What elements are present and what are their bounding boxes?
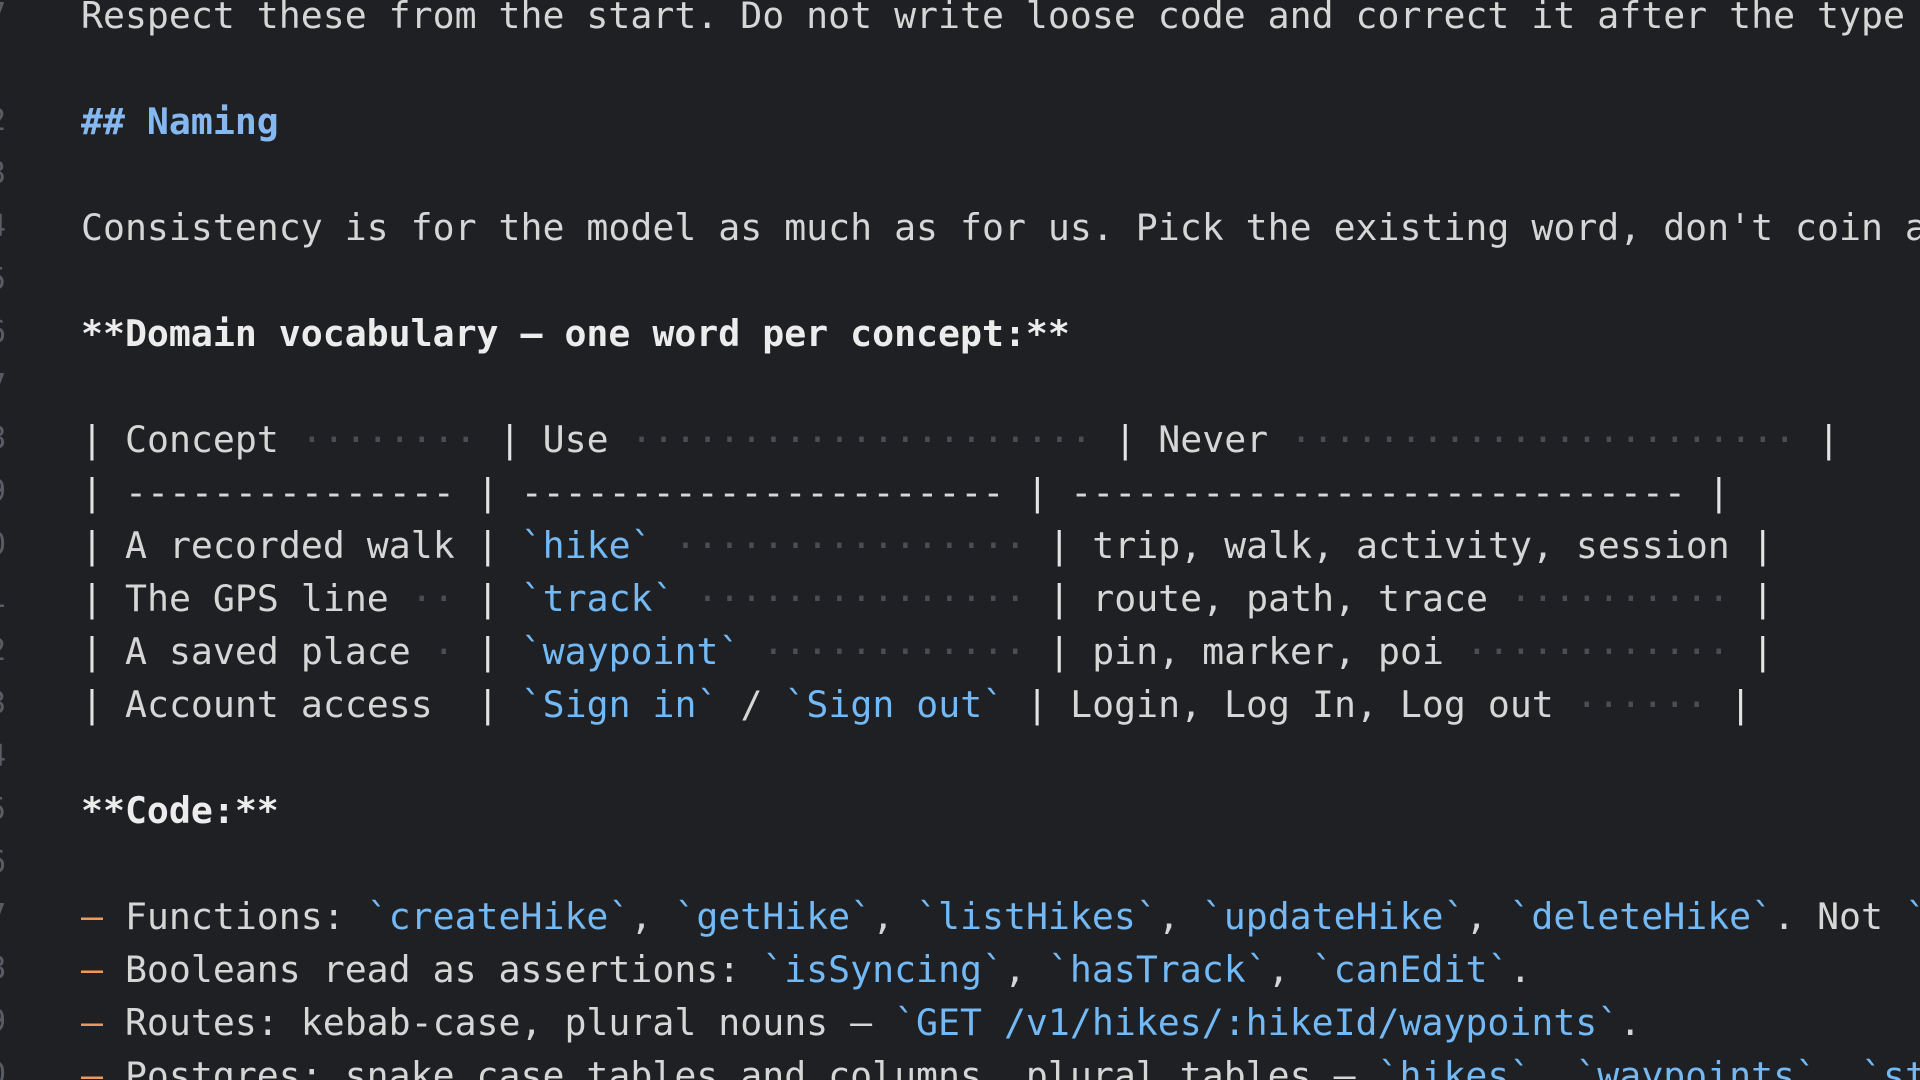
inline-code: `getHike` [674,895,873,938]
inline-code: `Sign in` [520,683,719,726]
line-number: 7 [0,371,6,401]
line-text: , [1267,948,1312,991]
heading-text: ## Naming [81,100,279,143]
line-number: 7 [0,0,6,30]
inline-code: `canEdit` [1311,948,1510,991]
line-text: , [1465,895,1510,938]
text-line[interactable]: | Concept ········ | Use ···············… [81,413,1840,466]
table-text: | Login, Log In, Log out ······ | [1026,683,1752,726]
table-text: | Concept ········ | Use ···············… [81,418,1840,461]
inline-code: `updateHike` [1201,895,1466,938]
line-text: , [1157,895,1202,938]
inline-code: `hikes` [1377,1054,1532,1080]
line-number: 2 [0,636,6,666]
line-text: Postgres: snake_case tables and columns,… [124,1054,1378,1080]
inline-code: `waypoints` [1575,1054,1818,1080]
text-line[interactable]: – Postgres: snake_case tables and column… [81,1049,1920,1080]
line-text: . [1509,948,1532,991]
table-text: ················ | trip, walk, activity,… [674,524,1774,567]
text-line[interactable]: | A recorded walk | `hike` ·············… [81,519,1774,572]
text-line[interactable]: **Domain vocabulary – one word per conce… [81,307,1070,360]
line-number-gutter: 7 2 3 4 5 6 7 8 9 0 1 2 3 4 5 6 7 8 9 0 [0,0,6,1080]
line-number: 5 [0,795,6,825]
list-bullet: – [81,1001,125,1044]
text-line[interactable]: | A saved place · | `waypoint` ·········… [81,625,1774,678]
inline-code: `listHikes` [916,895,1158,938]
line-text: , [1003,948,1048,991]
list-bullet: – [81,948,125,991]
line-number: 6 [0,848,6,878]
line-text: , [1817,1054,1861,1080]
table-text: ··············· | route, path, trace ···… [696,577,1774,620]
line-text: Respect these from the start. Do not wri… [81,0,1920,37]
inline-code: `GET /v1/hikes/:hikeId/waypoints` [894,1001,1620,1044]
inline-code: `fet [1904,895,1920,938]
text-line[interactable]: – Booleans read as assertions: `isSyncin… [81,943,1531,996]
text-line[interactable]: Consistency is for the model as much as … [81,201,1920,254]
inline-code: `hasTrack` [1047,948,1268,991]
line-number: 8 [0,424,6,454]
text-line[interactable]: – Routes: kebab-case, plural nouns – `GE… [81,996,1641,1049]
bold-text: **Domain vocabulary – one word per conce… [81,312,1070,355]
line-number: 3 [0,159,6,189]
line-number: 3 [0,689,6,719]
inline-code: `start [1861,1054,1920,1080]
line-number: 6 [0,318,6,348]
line-text: Routes: kebab-case, plural nouns – [124,1001,895,1044]
text-line[interactable]: | Account access | `Sign in` / `Sign out… [81,678,1752,731]
line-number: 0 [0,530,6,560]
line-text: . Not [1773,895,1905,938]
text-line[interactable]: Respect these from the start. Do not wri… [81,0,1920,42]
table-text: / [740,683,763,726]
inline-code: `deleteHike` [1509,895,1774,938]
inline-code: `Sign out` [784,683,1005,726]
line-number: 0 [0,1060,6,1080]
text-line[interactable]: | The GPS line ·· | `track` ············… [81,572,1774,625]
line-number: 9 [0,1007,6,1037]
line-number: 2 [0,106,6,136]
text-line[interactable]: – Functions: `createHike`, `getHike`, `l… [81,890,1920,943]
table-text: | A saved place · | [81,630,499,673]
inline-code: `isSyncing` [762,948,1004,991]
line-text: Booleans read as assertions: [124,948,763,991]
line-text: , [630,895,675,938]
line-number: 8 [0,954,6,984]
list-bullet: – [81,1054,125,1080]
line-text: Consistency is for the model as much as … [81,206,1920,249]
line-number: 4 [0,212,6,242]
table-text: | A recorded walk | [81,524,499,567]
line-number: 4 [0,742,6,772]
line-number: 9 [0,477,6,507]
line-text: . [1619,1001,1642,1044]
text-line[interactable]: **Code:** [81,784,279,837]
table-text: | The GPS line ·· | [81,577,499,620]
line-text: , [1531,1054,1576,1080]
text-line[interactable]: ## Naming [81,95,279,148]
table-text: | --------------- | --------------------… [81,471,1730,514]
line-number: 5 [0,265,6,295]
inline-code: `createHike` [366,895,631,938]
line-number: 1 [0,583,6,613]
line-text: Functions: [124,895,367,938]
table-text: ············ | pin, marker, poi ········… [762,630,1774,673]
text-line[interactable]: | --------------- | --------------------… [81,466,1730,519]
inline-code: `hike` [520,524,653,567]
inline-code: `track` [520,577,675,620]
table-text: | Account access | [81,683,499,726]
line-number: 7 [0,901,6,931]
line-text: , [872,895,917,938]
markdown-editor[interactable]: 7 2 3 4 5 6 7 8 9 0 1 2 3 4 5 6 7 8 9 0 Respect these from … [0,0,1920,1080]
bold-text: **Code:** [81,789,279,832]
inline-code: `waypoint` [520,630,741,673]
list-bullet: – [81,895,125,938]
